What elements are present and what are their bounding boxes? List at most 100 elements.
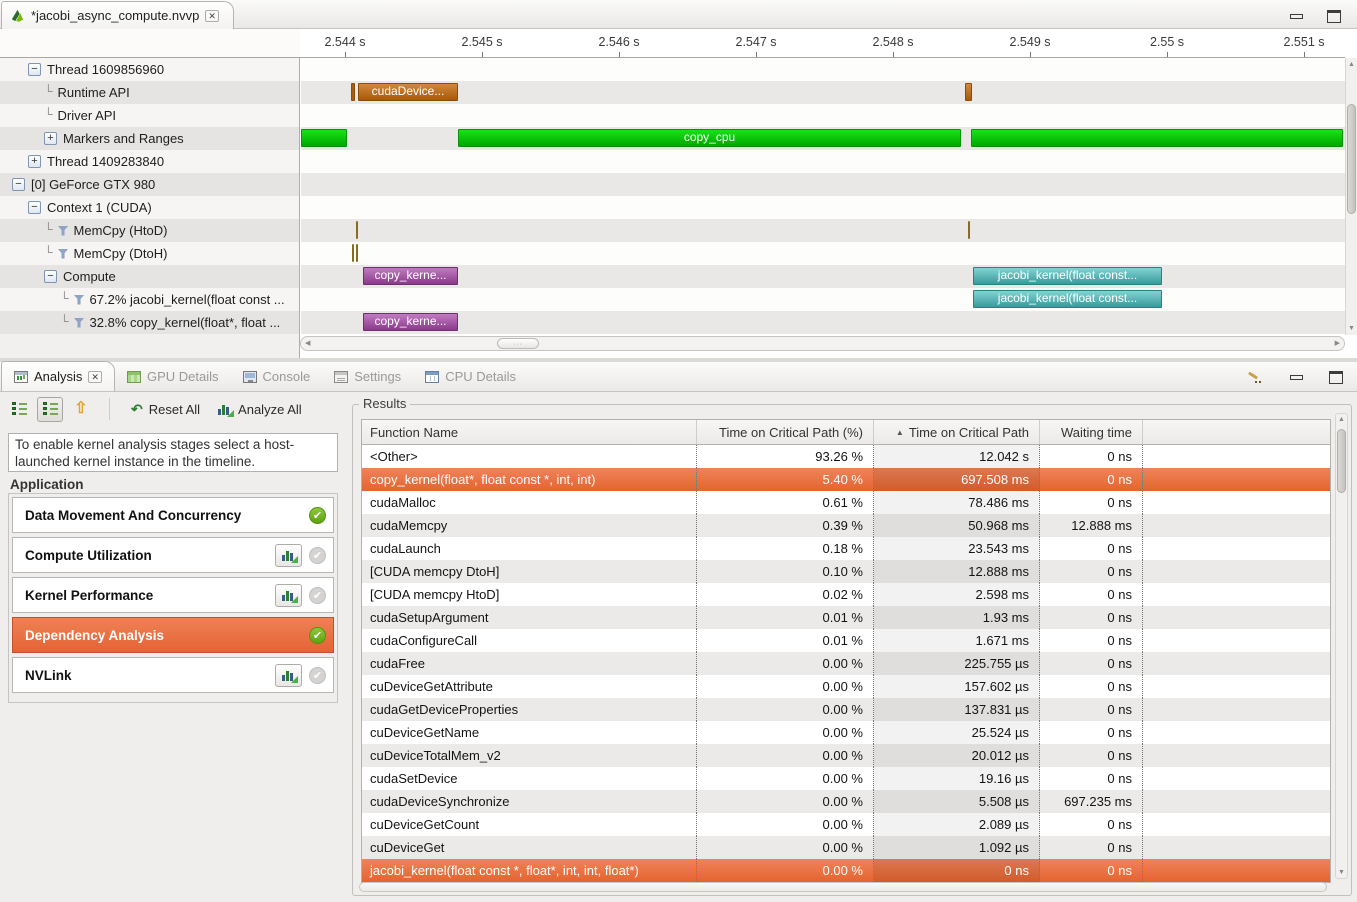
timeline-interval-marker[interactable] — [351, 83, 355, 101]
table-row[interactable]: cuDeviceGet0.00 %1.092 µs0 ns — [362, 836, 1330, 859]
timeline-tree-row-thread-1409283840[interactable]: +Thread 1409283840 — [0, 150, 299, 173]
table-row[interactable]: cudaFree0.00 %225.755 µs0 ns — [362, 652, 1330, 675]
tab-gpu-details[interactable]: GPU Details — [115, 362, 231, 391]
table-row[interactable]: [CUDA memcpy DtoH]0.10 %12.888 ms0 ns — [362, 560, 1330, 583]
file-tab[interactable]: *jacobi_async_compute.nvvp ✕ — [1, 1, 234, 29]
table-row[interactable]: [CUDA memcpy HtoD]0.02 %2.598 ms0 ns — [362, 583, 1330, 606]
tab-console[interactable]: Console — [231, 362, 323, 391]
table-row[interactable]: cudaSetupArgument0.01 %1.93 ms0 ns — [362, 606, 1330, 629]
tree-collapse-icon[interactable]: − — [12, 178, 25, 191]
scrollbar-thumb[interactable] — [1337, 429, 1346, 493]
column-header-waiting-time[interactable]: Waiting time — [1040, 420, 1143, 444]
timeline-tree-row-0-geforce-gtx-980[interactable]: −[0] GeForce GTX 980 — [0, 173, 299, 196]
results-horizontal-scrollbar[interactable] — [359, 882, 1327, 892]
scroll-down-icon[interactable]: ▼ — [1346, 325, 1357, 332]
scroll-left-icon[interactable]: ◀ — [305, 339, 310, 347]
timeline-canvas-row[interactable]: copy_cpu — [301, 127, 1345, 150]
timeline-vertical-scrollbar[interactable]: ▲ ▼ — [1345, 58, 1357, 335]
table-row[interactable]: jacobi_kernel(float const *, float*, int… — [362, 859, 1330, 882]
timeline-interval-bar[interactable]: copy_cpu — [458, 129, 961, 147]
timeline-tree-row-runtime-api[interactable]: └Runtime API — [0, 81, 299, 104]
timeline-interval-marker[interactable] — [968, 221, 970, 239]
timeline-canvas-row[interactable] — [301, 219, 1345, 242]
stage-kernel-performance[interactable]: Kernel Performance✔ — [12, 577, 334, 613]
timeline-tree-row-context-1-cuda[interactable]: −Context 1 (CUDA) — [0, 196, 299, 219]
tree-expand-icon[interactable]: + — [44, 132, 57, 145]
timeline-tree-row-67-2-jacobi-kernel-float-const[interactable]: └67.2% jacobi_kernel(float const ... — [0, 288, 299, 311]
timeline-tree-row-memcpy-dtoh[interactable]: └MemCpy (DtoH) — [0, 242, 299, 265]
run-analysis-button[interactable] — [275, 664, 302, 687]
timeline-tree-row-32-8-copy-kernel-float-float[interactable]: └32.8% copy_kernel(float*, float ... — [0, 311, 299, 334]
table-row[interactable]: cuDeviceGetCount0.00 %2.089 µs0 ns — [362, 813, 1330, 836]
timeline-interval-marker[interactable] — [301, 129, 347, 147]
timeline-tree-row-driver-api[interactable]: └Driver API — [0, 104, 299, 127]
timeline-interval-marker[interactable] — [356, 244, 358, 262]
tab-settings[interactable]: Settings — [322, 362, 413, 391]
maximize-icon[interactable] — [1327, 10, 1341, 23]
column-header-time-on-critical-path[interactable]: ▲Time on Critical Path — [874, 420, 1040, 444]
timeline-tree-row-markers-and-ranges[interactable]: +Markers and Ranges — [0, 127, 299, 150]
timeline-canvas-row[interactable]: copy_kerne... — [301, 311, 1345, 334]
stage-nvlink[interactable]: NVLink✔ — [12, 657, 334, 693]
scrollbar-thumb[interactable]: ··· — [497, 338, 539, 349]
timeline-interval-bar[interactable]: cudaDevice... — [358, 83, 458, 101]
stage-dependency-analysis[interactable]: Dependency Analysis✔ — [12, 617, 334, 653]
close-tab-icon[interactable]: ✕ — [88, 371, 102, 383]
timeline-canvas-row[interactable]: jacobi_kernel(float const... — [301, 288, 1345, 311]
timeline-horizontal-scrollbar[interactable]: ◀ ··· ▶ — [300, 336, 1345, 351]
timeline-interval-bar[interactable]: copy_kerne... — [363, 313, 458, 331]
timeline-interval-marker[interactable] — [356, 221, 358, 239]
timeline-interval-bar[interactable]: jacobi_kernel(float const... — [973, 290, 1162, 308]
timeline-interval-bar[interactable]: jacobi_kernel(float const... — [973, 267, 1162, 285]
analysis-mode-button[interactable] — [6, 397, 32, 422]
tree-collapse-icon[interactable]: − — [28, 201, 41, 214]
minimize-view-icon[interactable] — [1290, 375, 1303, 380]
scroll-up-icon[interactable]: ▲ — [1346, 61, 1357, 68]
maximize-view-icon[interactable] — [1329, 371, 1343, 384]
stage-compute-utilization[interactable]: Compute Utilization✔ — [12, 537, 334, 573]
column-header-function-name[interactable]: Function Name — [362, 420, 697, 444]
scroll-right-icon[interactable]: ▶ — [1335, 339, 1340, 347]
timeline-canvas-row[interactable] — [301, 58, 1345, 81]
view-menu-icon[interactable] — [1246, 372, 1264, 384]
timeline-interval-bar[interactable]: copy_kerne... — [363, 267, 458, 285]
table-row[interactable]: cuDeviceTotalMem_v20.00 %20.012 µs0 ns — [362, 744, 1330, 767]
reset-all-button[interactable]: ↶ Reset All — [125, 400, 206, 419]
close-tab-icon[interactable]: ✕ — [205, 10, 219, 22]
table-row[interactable]: cuDeviceGetName0.00 %25.524 µs0 ns — [362, 721, 1330, 744]
timeline-canvas-row[interactable] — [301, 173, 1345, 196]
table-row[interactable]: cuDeviceGetAttribute0.00 %157.602 µs0 ns — [362, 675, 1330, 698]
timeline-canvas-row[interactable] — [301, 150, 1345, 173]
tree-expand-icon[interactable]: + — [28, 155, 41, 168]
scroll-down-icon[interactable]: ▼ — [1336, 869, 1347, 876]
back-button[interactable]: ⇧ — [68, 397, 94, 422]
minimize-icon[interactable] — [1290, 14, 1303, 19]
table-row[interactable]: cudaLaunch0.18 %23.543 ms0 ns — [362, 537, 1330, 560]
tree-collapse-icon[interactable]: − — [28, 63, 41, 76]
table-row[interactable]: cudaConfigureCall0.01 %1.671 ms0 ns — [362, 629, 1330, 652]
run-analysis-button[interactable] — [275, 544, 302, 567]
table-row[interactable]: copy_kernel(float*, float const *, int, … — [362, 468, 1330, 491]
timeline-interval-marker[interactable] — [971, 129, 1343, 147]
timeline-tree-row-thread-1609856960[interactable]: −Thread 1609856960 — [0, 58, 299, 81]
analyze-all-button[interactable]: Analyze All — [211, 400, 308, 419]
timeline-canvas-row[interactable]: cudaDevice... — [301, 81, 1345, 104]
timeline-interval-marker[interactable] — [352, 244, 354, 262]
table-row[interactable]: cudaSetDevice0.00 %19.16 µs0 ns — [362, 767, 1330, 790]
results-vertical-scrollbar[interactable]: ▲ ▼ — [1335, 413, 1348, 879]
tab-cpu-details[interactable]: CPU Details — [413, 362, 528, 391]
timeline-canvas-row[interactable] — [301, 196, 1345, 219]
run-analysis-button[interactable] — [275, 584, 302, 607]
scrollbar-thumb[interactable] — [1347, 104, 1356, 214]
timeline-canvas-row[interactable]: copy_kerne... jacobi_kernel(float const..… — [301, 265, 1345, 288]
table-row[interactable]: cudaMalloc0.61 %78.486 ms0 ns — [362, 491, 1330, 514]
table-row[interactable]: cudaGetDeviceProperties0.00 %137.831 µs0… — [362, 698, 1330, 721]
tab-analysis[interactable]: Analysis✕ — [1, 361, 115, 391]
timeline-canvas-row[interactable] — [301, 242, 1345, 265]
timeline-tree-row-memcpy-htod[interactable]: └MemCpy (HtoD) — [0, 219, 299, 242]
tree-collapse-icon[interactable]: − — [44, 270, 57, 283]
column-header-time-on-critical-path[interactable]: Time on Critical Path (%) — [697, 420, 874, 444]
timeline-interval-marker[interactable] — [965, 83, 972, 101]
scroll-up-icon[interactable]: ▲ — [1336, 416, 1347, 423]
timeline-tree-row-compute[interactable]: −Compute — [0, 265, 299, 288]
